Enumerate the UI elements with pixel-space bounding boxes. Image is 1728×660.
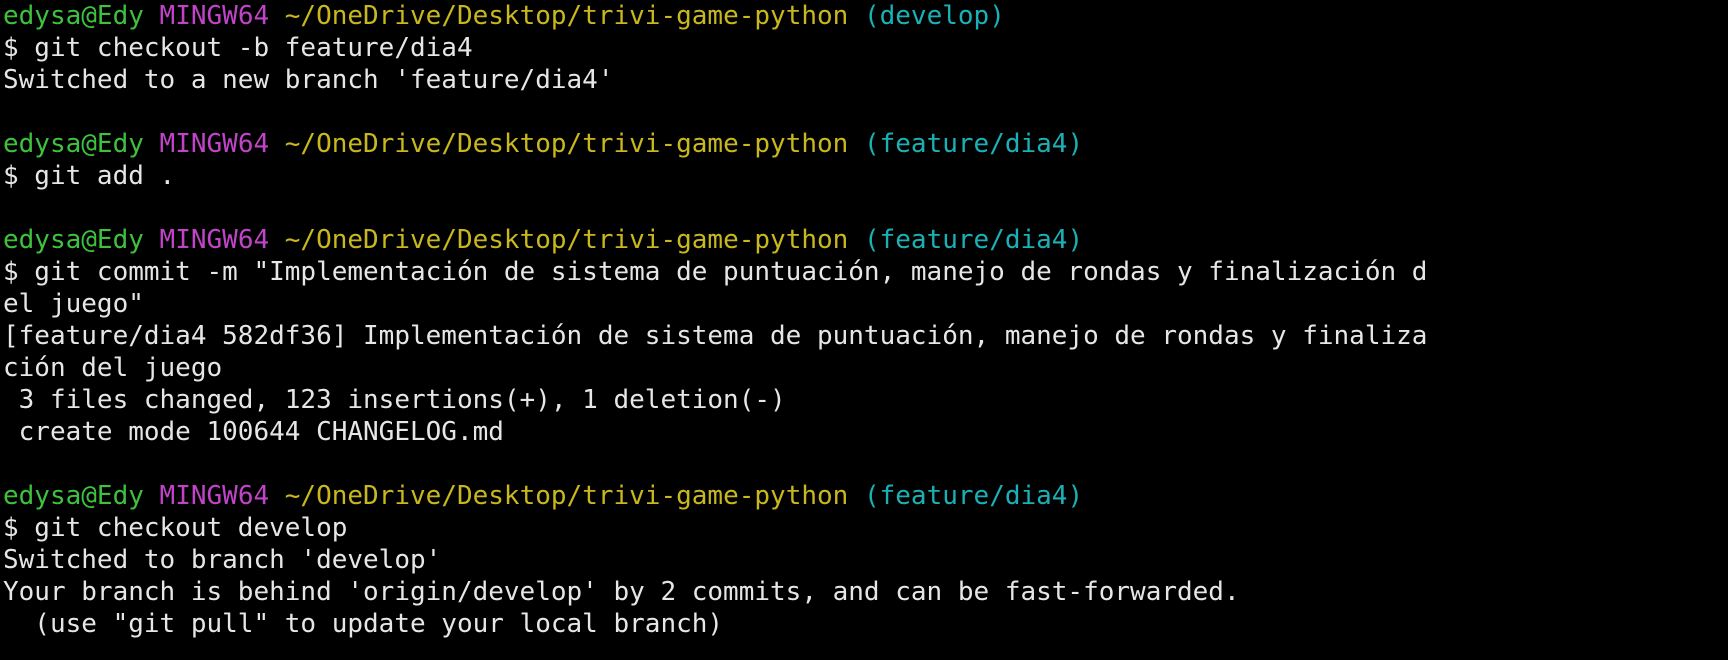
prompt-user: edysa@Edy — [3, 225, 144, 255]
prompt-branch: (develop) — [863, 1, 1005, 31]
prompt-user: edysa@Edy — [3, 481, 144, 511]
prompt-line: edysa@Edy MINGW64 ~/OneDrive/Desktop/tri… — [3, 480, 1728, 512]
prompt-path: ~/OneDrive/Desktop/trivi-game-python — [284, 481, 849, 511]
prompt-user: edysa@Edy — [3, 1, 144, 31]
prompt-line: edysa@Edy MINGW64 ~/OneDrive/Desktop/tri… — [3, 224, 1728, 256]
output-line: create mode 100644 CHANGELOG.md — [3, 417, 504, 447]
prompt-host: MINGW64 — [159, 481, 270, 511]
output-line: Your branch is behind 'origin/develop' b… — [3, 577, 1240, 607]
prompt-path: ~/OneDrive/Desktop/trivi-game-python — [284, 129, 849, 159]
command-line-wrap: el juego" — [3, 289, 144, 319]
prompt-line: edysa@Edy MINGW64 ~/OneDrive/Desktop/tri… — [3, 0, 1728, 32]
prompt-branch: (feature/dia4) — [863, 129, 1084, 159]
prompt-host: MINGW64 — [159, 1, 270, 31]
output-line: (use "git pull" to update your local bra… — [3, 609, 724, 639]
prompt-host: MINGW64 — [159, 225, 270, 255]
command-line: $ git checkout -b feature/dia4 — [3, 33, 473, 63]
command-line: $ git add . — [3, 161, 176, 191]
prompt-path: ~/OneDrive/Desktop/trivi-game-python — [284, 1, 849, 31]
prompt-branch: (feature/dia4) — [863, 225, 1084, 255]
output-line: 3 files changed, 123 insertions(+), 1 de… — [3, 385, 786, 415]
prompt-host: MINGW64 — [159, 129, 270, 159]
prompt-line: edysa@Edy MINGW64 ~/OneDrive/Desktop/tri… — [3, 128, 1728, 160]
terminal-window[interactable]: edysa@Edy MINGW64 ~/OneDrive/Desktop/tri… — [0, 0, 1728, 660]
prompt-user: edysa@Edy — [3, 129, 144, 159]
output-line: Switched to a new branch 'feature/dia4' — [3, 65, 614, 95]
output-line: [feature/dia4 582df36] Implementación de… — [3, 321, 1428, 351]
prompt-branch: (feature/dia4) — [863, 481, 1084, 511]
prompt-path: ~/OneDrive/Desktop/trivi-game-python — [284, 225, 849, 255]
output-line: ción del juego — [3, 353, 223, 383]
output-line: Switched to branch 'develop' — [3, 545, 442, 575]
command-line: $ git checkout develop — [3, 513, 348, 543]
command-line: $ git commit -m "Implementación de siste… — [3, 257, 1428, 287]
